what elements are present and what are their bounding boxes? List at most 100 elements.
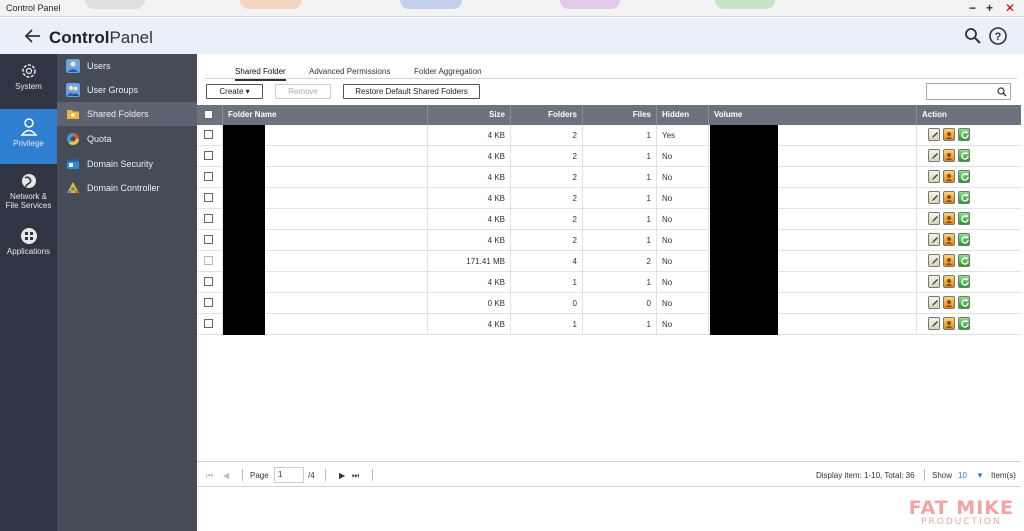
row-checkbox[interactable] xyxy=(204,298,213,307)
next-page-icon[interactable]: ▶ xyxy=(339,471,345,480)
refresh-icon[interactable] xyxy=(958,254,970,267)
edit-properties-icon[interactable] xyxy=(928,233,940,246)
help-icon[interactable]: ? xyxy=(988,26,1008,46)
folder-name-cell[interactable] xyxy=(223,209,428,230)
table-row[interactable]: 4 KB 2 1 No xyxy=(197,188,1021,209)
back-arrow-icon[interactable] xyxy=(23,26,43,46)
first-page-icon[interactable]: ⏮ xyxy=(206,471,213,481)
folder-name-cell[interactable] xyxy=(223,167,428,188)
refresh-icon[interactable] xyxy=(958,128,970,141)
edit-permissions-icon[interactable] xyxy=(943,191,955,204)
edit-permissions-icon[interactable] xyxy=(943,128,955,141)
column-header-hidden[interactable]: Hidden xyxy=(657,105,709,125)
maximize-button[interactable]: + xyxy=(986,1,993,15)
folder-name-cell[interactable] xyxy=(223,314,428,335)
folder-name-cell[interactable] xyxy=(223,188,428,209)
create-button[interactable]: Create ▾ xyxy=(206,84,263,99)
table-row[interactable]: 4 KB 2 1 Yes xyxy=(197,125,1021,146)
tab-divider xyxy=(205,78,1017,79)
refresh-icon[interactable] xyxy=(958,317,970,330)
edit-permissions-icon[interactable] xyxy=(943,149,955,162)
last-page-icon[interactable]: ⏭ xyxy=(352,471,359,481)
previous-page-icon[interactable]: ◀ xyxy=(223,471,229,480)
table-row[interactable]: 4 KB 1 1 No xyxy=(197,272,1021,293)
search-icon[interactable] xyxy=(963,26,983,46)
column-header-files[interactable]: Files xyxy=(583,105,657,125)
subnav-item-users[interactable]: Users xyxy=(57,54,197,78)
rail-item-privilege[interactable]: Privilege xyxy=(0,109,57,164)
rail-item-system[interactable]: System xyxy=(0,62,57,106)
edit-properties-icon[interactable] xyxy=(928,275,940,288)
column-header-folders[interactable]: Folders xyxy=(511,105,583,125)
edit-properties-icon[interactable] xyxy=(928,212,940,225)
table-row[interactable]: 4 KB 2 1 No xyxy=(197,167,1021,188)
refresh-icon[interactable] xyxy=(958,233,970,246)
edit-properties-icon[interactable] xyxy=(928,170,940,183)
table-row[interactable]: 171.41 MB 4 2 No xyxy=(197,251,1021,272)
subnav-item-domain-security[interactable]: Domain Security xyxy=(57,152,197,176)
column-header-size[interactable]: Size xyxy=(428,105,511,125)
search-input[interactable] xyxy=(926,83,1011,100)
rail-item-label: Applications xyxy=(6,247,51,256)
folder-name-cell[interactable] xyxy=(223,293,428,314)
folder-name-cell[interactable] xyxy=(223,251,428,272)
table-row[interactable]: 4 KB 2 1 No xyxy=(197,146,1021,167)
folder-name-cell[interactable] xyxy=(223,125,428,146)
chevron-down-icon[interactable]: ▼ xyxy=(976,471,984,480)
refresh-icon[interactable] xyxy=(958,275,970,288)
folder-name-cell[interactable] xyxy=(223,230,428,251)
edit-properties-icon[interactable] xyxy=(928,128,940,141)
subnav-item-domain-controller[interactable]: Domain Controller xyxy=(57,176,197,200)
column-header-folder-name[interactable]: Folder Name xyxy=(223,105,428,125)
edit-permissions-icon[interactable] xyxy=(943,254,955,267)
row-checkbox[interactable] xyxy=(204,256,213,265)
redacted-folder-name xyxy=(223,272,265,293)
edit-properties-icon[interactable] xyxy=(928,296,940,309)
row-checkbox[interactable] xyxy=(204,172,213,181)
edit-properties-icon[interactable] xyxy=(928,254,940,267)
subnav-item-quota[interactable]: Quota xyxy=(57,127,197,151)
subnav-item-shared-folders[interactable]: Shared Folders xyxy=(57,102,197,126)
refresh-icon[interactable] xyxy=(958,191,970,204)
refresh-icon[interactable] xyxy=(958,212,970,225)
page-number-input[interactable]: 1 xyxy=(274,467,304,483)
edit-properties-icon[interactable] xyxy=(928,149,940,162)
row-checkbox[interactable] xyxy=(204,277,213,286)
row-checkbox[interactable] xyxy=(204,130,213,139)
folder-name-cell[interactable] xyxy=(223,146,428,167)
edit-permissions-icon[interactable] xyxy=(943,233,955,246)
items-per-page-select[interactable]: 10 xyxy=(958,471,967,480)
row-checkbox[interactable] xyxy=(204,235,213,244)
edit-permissions-icon[interactable] xyxy=(943,212,955,225)
edit-permissions-icon[interactable] xyxy=(943,317,955,330)
tab-advanced-permissions[interactable]: Advanced Permissions xyxy=(309,67,390,76)
select-all-checkbox[interactable] xyxy=(204,110,213,119)
folder-name-cell[interactable] xyxy=(223,272,428,293)
table-row[interactable]: 4 KB 2 1 No xyxy=(197,230,1021,251)
row-checkbox[interactable] xyxy=(204,214,213,223)
minimize-button[interactable]: − xyxy=(969,1,976,15)
edit-permissions-icon[interactable] xyxy=(943,296,955,309)
edit-properties-icon[interactable] xyxy=(928,191,940,204)
rail-item-applications[interactable]: Applications xyxy=(0,227,57,267)
table-row[interactable]: 4 KB 2 1 No xyxy=(197,209,1021,230)
refresh-icon[interactable] xyxy=(958,296,970,309)
watermark: FAT MIKE PRODUCTION xyxy=(908,497,1014,527)
table-row[interactable]: 0 KB 0 0 No xyxy=(197,293,1021,314)
subnav-item-user-groups[interactable]: User Groups xyxy=(57,78,197,102)
row-checkbox[interactable] xyxy=(204,319,213,328)
rail-item-network-file-services[interactable]: Network & File Services xyxy=(0,172,57,218)
refresh-icon[interactable] xyxy=(958,149,970,162)
edit-permissions-icon[interactable] xyxy=(943,170,955,183)
row-checkbox[interactable] xyxy=(204,193,213,202)
restore-default-shared-folders-button[interactable]: Restore Default Shared Folders xyxy=(343,84,480,99)
tab-folder-aggregation[interactable]: Folder Aggregation xyxy=(414,67,482,76)
remove-button[interactable]: Remove xyxy=(275,84,331,99)
close-button[interactable]: ✕ xyxy=(1005,1,1015,15)
edit-permissions-icon[interactable] xyxy=(943,275,955,288)
edit-properties-icon[interactable] xyxy=(928,317,940,330)
row-checkbox[interactable] xyxy=(204,151,213,160)
column-header-volume[interactable]: Volume xyxy=(709,105,917,125)
table-row[interactable]: 4 KB 1 1 No xyxy=(197,314,1021,335)
refresh-icon[interactable] xyxy=(958,170,970,183)
